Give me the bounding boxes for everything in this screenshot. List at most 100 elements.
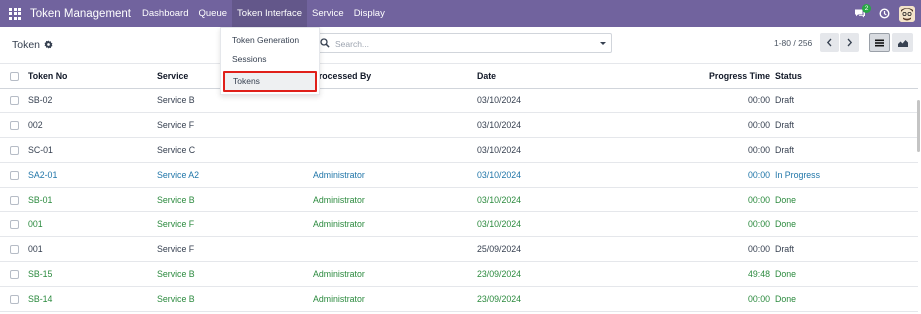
menu-queue[interactable]: Queue (194, 0, 233, 27)
cell-processed-by: Administrator (313, 211, 477, 238)
row-checkbox[interactable] (0, 236, 28, 263)
table-row[interactable]: SB-02 Service B 03/10/2024 00:00 Draft (0, 88, 918, 114)
cell-token-no: SA2-01 (28, 162, 157, 188)
cell-progress-time: 00:00 (641, 211, 775, 238)
cell-service: Service C (157, 137, 313, 163)
table-header-row: Token No Service Processed By Date Progr… (0, 64, 918, 89)
column-header-date[interactable]: Date (477, 64, 641, 89)
row-checkbox[interactable] (0, 112, 28, 139)
column-header-token-no[interactable]: Token No (28, 64, 157, 89)
cell-progress-time: 00:00 (641, 236, 775, 263)
cell-status: In Progress (775, 162, 918, 188)
cell-date: 03/10/2024 (477, 187, 641, 213)
row-checkbox[interactable] (0, 261, 28, 287)
cell-date: 03/10/2024 (477, 211, 641, 238)
pager-value[interactable]: 1-80 / 256 (774, 38, 812, 48)
cell-progress-time: 00:00 (641, 286, 775, 312)
top-navbar: Token Management Dashboard Queue Token I… (0, 0, 921, 27)
cell-token-no: SB-01 (28, 187, 157, 213)
cell-processed-by: Administrator (313, 162, 477, 188)
table-row[interactable]: SB-01 Service B Administrator 03/10/2024… (0, 187, 918, 213)
cell-service: Service B (157, 187, 313, 213)
pager-previous-button[interactable] (820, 33, 839, 52)
graph-view-button[interactable] (892, 33, 913, 52)
search-bar[interactable] (312, 33, 612, 53)
cell-status: Done (775, 211, 918, 238)
cell-service: Service B (157, 261, 313, 287)
token-interface-dropdown: Token Generation Sessions Tokens (220, 27, 320, 95)
apps-menu-icon[interactable] (0, 0, 30, 27)
control-panel: Token 1-80 / 256 (0, 27, 921, 64)
dropdown-item-sessions[interactable]: Sessions (221, 50, 319, 69)
user-avatar[interactable] (899, 5, 915, 22)
menu-service[interactable]: Service (307, 0, 349, 27)
cell-progress-time: 00:00 (641, 137, 775, 163)
column-header-progress-time[interactable]: Progress Time (641, 64, 775, 89)
cell-processed-by: Administrator (313, 261, 477, 287)
chat-badge: 2 (862, 4, 871, 13)
cell-status: Draft (775, 236, 918, 263)
cell-date: 25/09/2024 (477, 236, 641, 263)
cell-processed-by: Administrator (313, 187, 477, 213)
cell-date: 03/10/2024 (477, 162, 641, 188)
cell-service: Service B (157, 286, 313, 312)
cell-token-no: SB-15 (28, 261, 157, 287)
pager-next-button[interactable] (840, 33, 859, 52)
row-checkbox[interactable] (0, 286, 28, 312)
cell-token-no: SC-01 (28, 137, 157, 163)
menu-token-interface[interactable]: Token Interface (232, 0, 307, 27)
clock-icon[interactable] (873, 0, 895, 27)
row-checkbox[interactable] (0, 137, 28, 163)
cell-date: 23/09/2024 (477, 261, 641, 287)
table-row[interactable]: 002 Service F 03/10/2024 00:00 Draft (0, 112, 918, 139)
cell-progress-time: 00:00 (641, 112, 775, 139)
column-header-status[interactable]: Status (775, 64, 918, 89)
row-checkbox[interactable] (0, 211, 28, 238)
cell-service: Service F (157, 211, 313, 238)
cell-token-no: 002 (28, 112, 157, 139)
table-row[interactable]: 001 Service F 25/09/2024 00:00 Draft (0, 236, 918, 263)
cell-date: 03/10/2024 (477, 112, 641, 139)
dropdown-item-tokens[interactable]: Tokens (223, 71, 317, 92)
cell-status: Draft (775, 137, 918, 163)
cell-service: Service F (157, 112, 313, 139)
table-row[interactable]: SC-01 Service C 03/10/2024 00:00 Draft (0, 137, 918, 163)
cell-status: Done (775, 261, 918, 287)
cell-status: Draft (775, 112, 918, 139)
search-options-caret-icon[interactable] (600, 42, 606, 45)
cell-token-no: 001 (28, 211, 157, 238)
app-title[interactable]: Token Management (30, 8, 131, 20)
table-row[interactable]: SB-14 Service B Administrator 23/09/2024… (0, 286, 918, 312)
cell-status: Draft (775, 88, 918, 114)
cell-progress-time: 00:00 (641, 187, 775, 213)
select-all-checkbox[interactable] (0, 64, 28, 89)
list-view-button[interactable] (869, 33, 890, 52)
cell-processed-by (313, 112, 477, 139)
tokens-table: Token No Service Processed By Date Progr… (0, 64, 921, 312)
dropdown-item-token-generation[interactable]: Token Generation (221, 31, 319, 50)
cell-status: Done (775, 187, 918, 213)
chat-icon[interactable]: 2 (847, 0, 873, 27)
cell-status: Done (775, 286, 918, 312)
cell-processed-by (313, 137, 477, 163)
gear-icon[interactable] (44, 40, 53, 51)
table-row[interactable]: SA2-01 Service A2 Administrator 03/10/20… (0, 162, 918, 188)
menu-display[interactable]: Display (349, 0, 390, 27)
table-row[interactable]: 001 Service F Administrator 03/10/2024 0… (0, 211, 918, 238)
menu-dashboard[interactable]: Dashboard (137, 0, 193, 27)
search-input[interactable] (335, 37, 575, 50)
cell-processed-by (313, 88, 477, 114)
column-header-processed-by[interactable]: Processed By (313, 64, 477, 89)
row-checkbox[interactable] (0, 187, 28, 213)
page-title: Token (12, 39, 41, 51)
row-checkbox[interactable] (0, 162, 28, 188)
cell-progress-time: 00:00 (641, 88, 775, 114)
cell-token-no: SB-14 (28, 286, 157, 312)
cell-progress-time: 00:00 (641, 162, 775, 188)
search-icon (320, 38, 330, 50)
cell-token-no: 001 (28, 236, 157, 263)
row-checkbox[interactable] (0, 88, 28, 114)
vertical-scrollbar[interactable] (917, 100, 920, 152)
cell-date: 03/10/2024 (477, 88, 641, 114)
table-row[interactable]: SB-15 Service B Administrator 23/09/2024… (0, 261, 918, 287)
